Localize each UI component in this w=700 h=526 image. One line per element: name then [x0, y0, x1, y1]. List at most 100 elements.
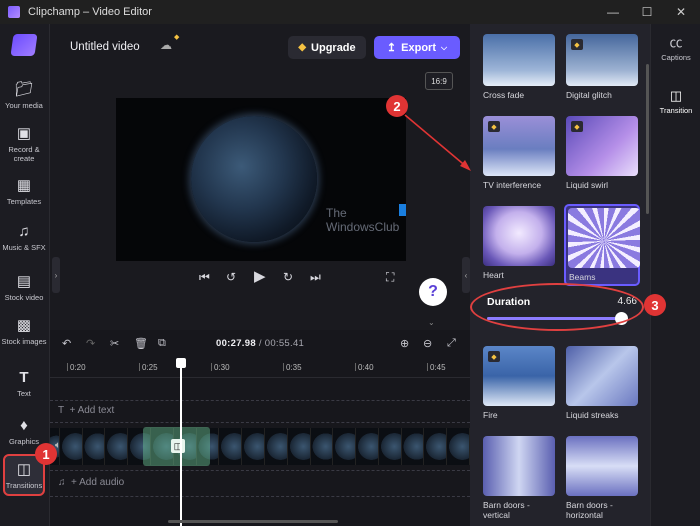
transition-beams[interactable]: Beams [564, 204, 640, 286]
add-audio-track[interactable]: ♫ + Add audio [58, 477, 124, 488]
video-track[interactable] [50, 428, 470, 465]
diamond-icon: ◆ [298, 42, 307, 53]
minimize-icon[interactable]: — [596, 0, 630, 24]
nav-record-create[interactable]: ▣ Record & create [0, 125, 48, 164]
nav-stock-images[interactable]: ▩ Stock images [0, 317, 48, 347]
playhead[interactable] [176, 358, 186, 526]
title-bar: Clipchamp – Video Editor — ☐ ✕ [0, 0, 700, 24]
zoom-out-icon[interactable]: ⊖ [423, 337, 432, 350]
play-icon[interactable]: ▶ [254, 267, 266, 285]
right-rail: ㏄ Captions ◫ Transition [650, 24, 700, 526]
text-icon: T [19, 369, 29, 386]
ruler-tick: 0:35 [283, 363, 302, 372]
transition-barn-doors-horizontal[interactable]: Barn doors - horizontal [566, 436, 638, 520]
redo-icon[interactable]: ↷ [86, 337, 95, 350]
transitions-panel: Cross fade ◆ Digital glitch ◆ TV interfere… [470, 24, 650, 526]
image-icon: ▩ [16, 317, 32, 334]
video-preview: The WindowsClub [116, 98, 406, 261]
transition-digital-glitch[interactable]: ◆ Digital glitch [566, 34, 638, 100]
clipchamp-app-icon [8, 6, 20, 18]
templates-icon: ▦ [16, 177, 32, 194]
split-scissors-icon[interactable]: ✂ [110, 337, 119, 350]
camera-icon: ▣ [16, 125, 32, 142]
transition-fire[interactable]: ◆ Fire [483, 346, 555, 420]
nav-templates[interactable]: ▦ Templates [0, 177, 48, 207]
premium-gem-icon: ◆ [571, 39, 583, 50]
nav-graphics[interactable]: ♦ Graphics [0, 417, 48, 447]
transition-icon: ◫ [669, 88, 683, 103]
zoom-in-icon[interactable]: ⊕ [400, 337, 409, 350]
clipchamp-logo [10, 34, 38, 56]
watermark: The WindowsClub [326, 206, 400, 234]
film-icon: ▤ [16, 273, 32, 290]
transition-tv-interference[interactable]: ◆ TV interference [483, 116, 555, 190]
track-divider [50, 422, 470, 423]
timeline: ↶ ↷ ✂ 🗑︎ ⧉ 00:27.98 / 00:55.41 ⊕ ⊖ ⤢ 0:2… [50, 330, 470, 526]
maximize-icon[interactable]: ☐ [630, 0, 664, 24]
close-icon[interactable]: ✕ [664, 0, 698, 24]
transition-heart[interactable]: Heart [483, 206, 555, 280]
cloud-sync-off-icon[interactable]: ☁ [160, 38, 172, 52]
transitions-icon: ◫ [16, 461, 32, 478]
fullscreen-icon[interactable]: ⛶ [386, 270, 394, 285]
text-icon: T [58, 405, 64, 416]
skip-forward-icon[interactable]: ⏭ [310, 270, 321, 285]
chevron-down-icon: ⌵ [440, 42, 448, 52]
upload-icon: ↥ [386, 42, 397, 54]
premium-gem-icon: ◆ [174, 34, 180, 41]
transition-barn-doors-vertical[interactable]: Barn doors - vertical [483, 436, 555, 520]
captions-icon: ㏄ [669, 35, 683, 50]
track-divider [50, 400, 470, 401]
timecode: 00:27.98 / 00:55.41 [216, 338, 305, 349]
transition-cross-fade[interactable]: Cross fade [483, 34, 555, 100]
chevron-down-icon[interactable]: ⌄ [428, 318, 435, 327]
music-note-icon: ♫ [58, 477, 66, 488]
video-title[interactable]: Untitled video [70, 41, 140, 53]
graphics-icon: ♦ [20, 417, 28, 434]
undo-icon[interactable]: ↶ [62, 337, 71, 350]
duplicate-icon[interactable]: ⧉ [158, 337, 166, 350]
ruler-tick: 0:25 [139, 363, 158, 372]
duration-highlight-oval [470, 283, 644, 331]
collapse-right-panel-button[interactable]: ‹ [462, 257, 470, 293]
panel-scrollbar[interactable] [646, 64, 649, 214]
editor-topbar: Untitled video ☁ ◆ ◆ Upgrade ↥ Export ⌵ [50, 24, 470, 72]
rewind-5-icon[interactable]: ↺ [226, 270, 236, 284]
forward-5-icon[interactable]: ↻ [283, 270, 293, 284]
transition-liquid-swirl[interactable]: ◆ Liquid swirl [566, 116, 638, 190]
watermark-logo [399, 204, 406, 216]
premium-gem-icon: ◆ [571, 121, 583, 132]
fit-timeline-icon[interactable]: ⤢ [447, 337, 456, 350]
transition-tab[interactable]: ◫ Transition [651, 88, 700, 115]
ruler-tick: 0:40 [355, 363, 374, 372]
premium-gem-icon: ◆ [488, 351, 500, 362]
track-divider [50, 496, 470, 497]
nav-your-media[interactable]: 📁︎ Your media [0, 81, 48, 111]
annotation-badge-3: 3 [644, 294, 666, 316]
add-text-track[interactable]: T + Add text [58, 405, 114, 416]
collapse-left-panel-button[interactable]: › [52, 257, 60, 293]
nav-music-sfx[interactable]: ♫ Music & SFX [0, 223, 48, 253]
captions-tab[interactable]: ㏄ Captions [651, 32, 700, 62]
transition-liquid-streaks[interactable]: Liquid streaks [566, 346, 638, 420]
premium-gem-icon: ◆ [488, 121, 500, 132]
delete-icon[interactable]: 🗑︎ [134, 337, 148, 350]
ruler-tick: 0:45 [427, 363, 446, 372]
annotation-badge-2: 2 [386, 95, 408, 117]
timeline-scrollbar[interactable] [168, 520, 338, 523]
time-ruler[interactable]: 0:20 0:25 0:30 0:35 0:40 0:45 [50, 360, 470, 378]
window-title: Clipchamp – Video Editor [28, 6, 152, 18]
earth-night-image [191, 116, 317, 242]
transition-marker-icon[interactable]: ◫ [171, 439, 185, 453]
folder-icon: 📁︎ [14, 81, 34, 98]
nav-text[interactable]: T Text [0, 369, 48, 399]
skip-back-icon[interactable]: ⏮ [199, 270, 210, 285]
export-button[interactable]: ↥ Export ⌵ [374, 36, 460, 59]
aspect-ratio-button[interactable]: 16:9 [425, 72, 453, 90]
help-button[interactable]: ? [419, 278, 447, 306]
music-icon: ♫ [18, 223, 30, 240]
track-divider [50, 470, 470, 471]
ruler-tick: 0:30 [211, 363, 230, 372]
upgrade-button[interactable]: ◆ Upgrade [288, 36, 366, 59]
nav-stock-video[interactable]: ▤ Stock video [0, 273, 48, 303]
